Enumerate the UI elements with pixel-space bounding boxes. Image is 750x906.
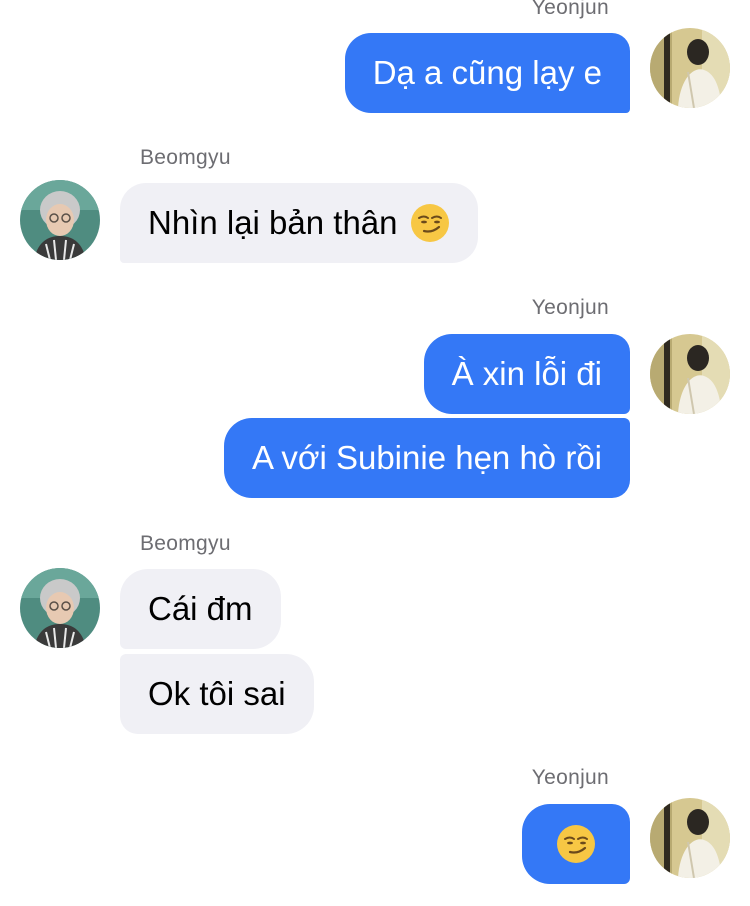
yeonjun-avatar[interactable] [650, 28, 730, 108]
message-bubble-incoming[interactable]: Nhìn lại bản thân [120, 183, 478, 263]
message-text: À xin lỗi đi [451, 355, 602, 392]
message-text: A với Subinie hẹn hò rồi [251, 439, 602, 476]
sender-name-yeonjun: Yeonjun [531, 0, 609, 19]
sender-name-beomgyu: Beomgyu [140, 532, 231, 555]
sender-name-yeonjun: Yeonjun [531, 766, 609, 789]
beomgyu-avatar[interactable] [20, 568, 100, 648]
yeonjun-avatar[interactable] [650, 334, 730, 414]
message-bubble-incoming[interactable]: Cái đm [120, 569, 281, 649]
message-bubble-outgoing[interactable]: À xin lỗi đi [423, 334, 630, 414]
message-text: Nhìn lại bản thân [148, 204, 398, 241]
message-text: Ok tôi sai [148, 675, 286, 712]
beomgyu-avatar[interactable] [20, 180, 100, 260]
sender-name-yeonjun: Yeonjun [531, 296, 609, 319]
message-text: Dạ a cũng lạy e [372, 54, 602, 91]
message-text: Cái đm [148, 590, 253, 627]
smirk-emoji-icon [556, 824, 596, 864]
message-bubble-outgoing[interactable] [522, 804, 630, 884]
yeonjun-avatar[interactable] [650, 798, 730, 878]
message-bubble-incoming[interactable]: Ok tôi sai [120, 654, 314, 734]
sender-name-beomgyu: Beomgyu [140, 146, 231, 169]
smirk-emoji-icon [410, 203, 450, 243]
message-bubble-outgoing[interactable]: A với Subinie hẹn hò rồi [223, 418, 630, 498]
message-bubble-outgoing[interactable]: Dạ a cũng lạy e [344, 33, 630, 113]
